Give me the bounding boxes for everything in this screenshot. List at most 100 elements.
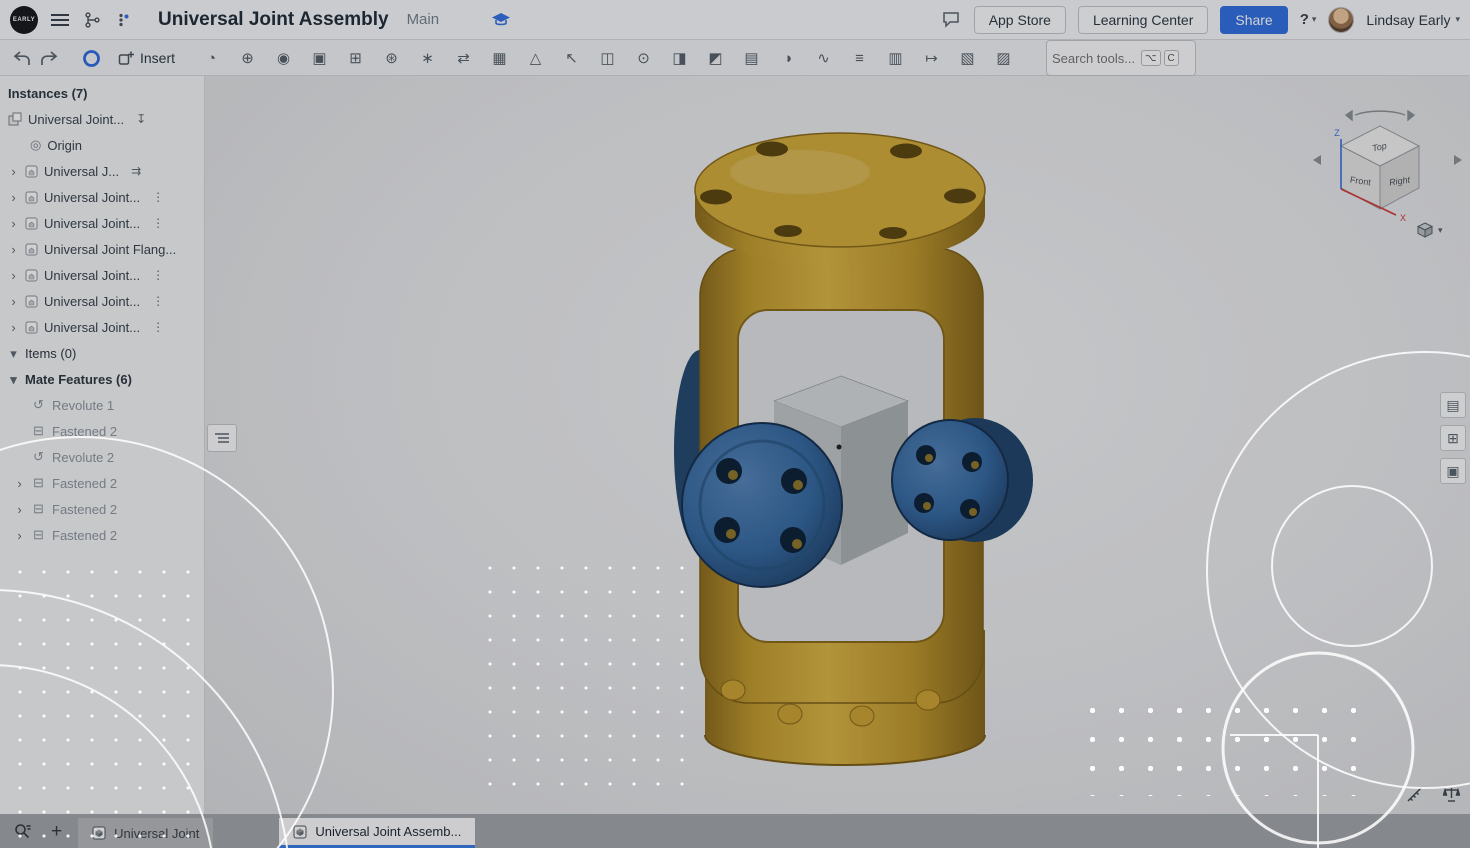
appearance-icon[interactable]: ◑	[778, 50, 797, 67]
instances-header[interactable]: Instances (7)	[0, 80, 204, 106]
right-flange-part[interactable]	[892, 418, 1033, 542]
mate-row[interactable]: › ↺ Revolute 2	[0, 444, 204, 470]
linear-pattern-icon[interactable]: ⊞	[346, 49, 365, 67]
pattern-icon[interactable]: ∗	[418, 49, 437, 67]
mate-row[interactable]: › ↺ Revolute 1	[0, 392, 204, 418]
configuration-panel-button[interactable]: ▣	[1440, 458, 1466, 484]
fixed-anchor-icon: ↧	[136, 112, 146, 126]
dof-indicator-icon: ⋮	[152, 294, 164, 308]
instance-row[interactable]: › Universal Joint... ⋮	[0, 288, 204, 314]
workspace-name[interactable]: Main	[407, 11, 440, 28]
document-collaboration-button[interactable]	[113, 10, 132, 30]
mate-row[interactable]: › ⊟ Fastened 2	[0, 418, 204, 444]
structure-panel-toggle[interactable]	[207, 424, 237, 452]
group-icon[interactable]: ▣	[310, 49, 329, 67]
add-tab-button[interactable]: +	[51, 822, 62, 841]
export-icon[interactable]: ↦	[922, 49, 941, 67]
expand-chevron-icon[interactable]: ›	[8, 217, 19, 230]
assembly-tab-icon	[293, 825, 307, 839]
measure-icon[interactable]	[1406, 786, 1423, 808]
rotate-right-arrow[interactable]	[1454, 155, 1462, 165]
top-flange-part[interactable]	[695, 133, 985, 265]
origin-row[interactable]: ◎ Origin	[0, 132, 204, 158]
expand-chevron-icon[interactable]: ›	[8, 269, 19, 282]
configurations-icon[interactable]: ≡	[850, 50, 869, 67]
left-flange-part[interactable]	[682, 423, 842, 587]
view-options-button[interactable]: ▾	[1416, 222, 1443, 238]
main-menu-button[interactable]	[48, 10, 72, 30]
help-button[interactable]: ? ▾	[1300, 11, 1317, 28]
search-tools-input[interactable]	[1052, 51, 1138, 66]
rotate-left-arrow[interactable]	[1313, 155, 1321, 165]
expand-chevron-icon[interactable]: ›	[14, 529, 25, 542]
collapse-chevron-icon: ▾	[8, 373, 19, 386]
share-button[interactable]: Share	[1220, 6, 1287, 34]
items-header[interactable]: ▾ Items (0)	[0, 340, 204, 366]
snapshot-icon[interactable]: ⊙	[634, 49, 653, 67]
mass-properties-icon[interactable]: ▨	[994, 49, 1013, 67]
mate-point[interactable]	[837, 445, 842, 450]
simulation-icon[interactable]: ∿	[814, 49, 833, 67]
mass-properties-icon[interactable]	[1443, 786, 1460, 808]
expand-chevron-icon[interactable]: ›	[8, 243, 19, 256]
instance-row[interactable]: › Universal Joint... ⋮	[0, 262, 204, 288]
user-menu[interactable]: Lindsay Early ▾	[1366, 12, 1460, 28]
expand-chevron-icon[interactable]: ›	[14, 503, 25, 516]
mate-row[interactable]: › ⊟ Fastened 2	[0, 496, 204, 522]
chevron-down-icon: ▾	[1438, 225, 1443, 236]
explode-icon[interactable]: △	[526, 49, 545, 67]
learning-center-button[interactable]: Learning Center	[1078, 6, 1208, 34]
mirror-icon[interactable]: ⇄	[454, 49, 473, 67]
sheet-metal-icon[interactable]: ▥	[886, 49, 905, 67]
insert-button[interactable]: Insert	[116, 40, 177, 76]
mate-connector-icon[interactable]: ◉	[274, 49, 293, 67]
view-cube[interactable]: Top Front Right Z X	[1305, 85, 1470, 250]
comment-bubble-icon	[942, 11, 960, 28]
learning-badge-icon[interactable]	[491, 12, 511, 27]
expand-chevron-icon[interactable]: ›	[14, 477, 25, 490]
section-view-icon[interactable]: ◩	[706, 49, 725, 67]
instance-row[interactable]: › Universal Joint... ⋮	[0, 210, 204, 236]
chevron-down-icon: ▾	[1455, 14, 1460, 25]
replicate-icon[interactable]: ▦	[490, 49, 509, 67]
expand-chevron-icon[interactable]: ›	[8, 165, 19, 178]
instance-row[interactable]: › Universal J... ⇉	[0, 158, 204, 184]
mate-row[interactable]: › ⊟ Fastened 2	[0, 522, 204, 548]
select-icon[interactable]: ↖	[562, 49, 581, 67]
origin-label: Origin	[47, 138, 82, 153]
search-tabs-button[interactable]	[12, 821, 33, 842]
version-tree-button[interactable]	[82, 10, 103, 30]
mate-row[interactable]: › ⊟ Fastened 2	[0, 470, 204, 496]
display-states-icon[interactable]: ◨	[670, 49, 689, 67]
circular-pattern-icon[interactable]: ⊛	[382, 49, 401, 67]
instances-panel: Instances (7) Universal Joint... ↧ ◎ Ori…	[0, 76, 205, 814]
app-store-button[interactable]: App Store	[974, 6, 1066, 34]
named-positions-icon[interactable]: ◫	[598, 49, 617, 67]
comments-button[interactable]	[940, 9, 962, 30]
undo-button[interactable]	[10, 40, 33, 76]
drawing-icon[interactable]: ▧	[958, 49, 977, 67]
redo-button[interactable]	[38, 40, 61, 76]
bom-panel-button[interactable]: ▤	[1440, 392, 1466, 418]
instance-row[interactable]: › Universal Joint... ⋮	[0, 184, 204, 210]
mate-features-header[interactable]: ▾ Mate Features (6)	[0, 366, 204, 392]
onshape-logo[interactable]: EARLY	[10, 6, 38, 34]
mate-label: Fastened 2	[52, 502, 117, 517]
instance-row[interactable]: › Universal Joint... ⋮	[0, 314, 204, 340]
document-tab[interactable]: Universal Joint Assemb...	[279, 818, 475, 848]
expand-chevron-icon[interactable]: ›	[8, 295, 19, 308]
instance-label: Universal Joint...	[44, 294, 140, 309]
instance-row[interactable]: › Universal Joint Flang...	[0, 236, 204, 262]
user-avatar[interactable]	[1328, 7, 1354, 33]
part-icon	[25, 243, 38, 256]
mate-icon[interactable]: ⊕	[238, 49, 257, 67]
display-panel-button[interactable]: ⊞	[1440, 425, 1466, 451]
root-assembly-row[interactable]: Universal Joint... ↧	[0, 106, 204, 132]
edit-context-button[interactable]	[80, 40, 103, 76]
expand-chevron-icon[interactable]: ›	[8, 191, 19, 204]
document-tab[interactable]: Universal Joint	[78, 818, 213, 848]
expand-chevron-icon[interactable]: ›	[8, 321, 19, 334]
history-icon[interactable]: ◔	[202, 50, 221, 67]
bom-icon[interactable]: ▤	[742, 49, 761, 67]
instance-list: › Universal J... ⇉ › Universal Joint... …	[0, 158, 204, 340]
